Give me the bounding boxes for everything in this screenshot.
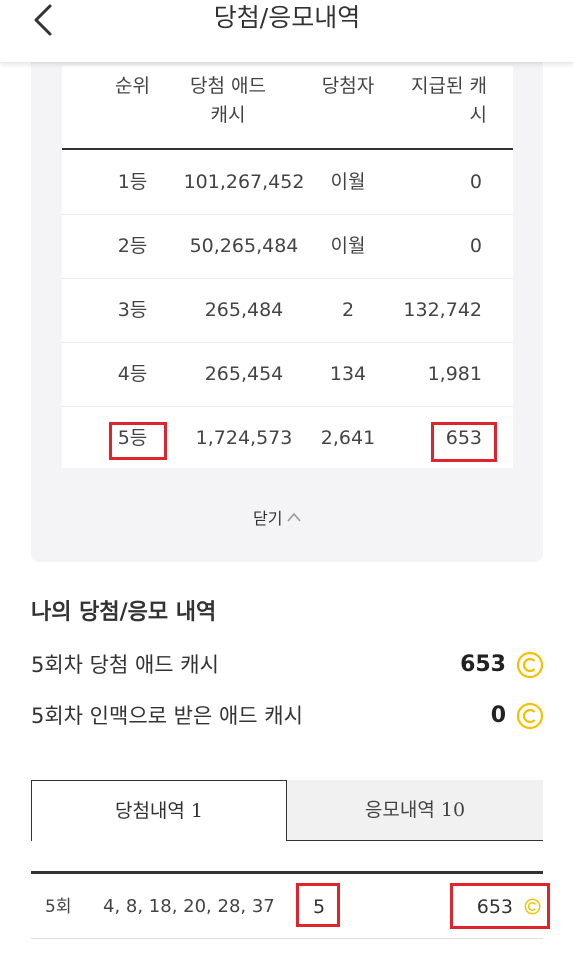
highlight-box bbox=[109, 422, 167, 460]
prize-cash-cell: 1,724,573 bbox=[195, 427, 293, 449]
close-label: 닫기 bbox=[253, 509, 283, 528]
paid-cash-cell: 1,981 bbox=[427, 363, 482, 385]
prize-table-header: 순위 당첨 애드 캐시 당첨자 지급된 캐 시 bbox=[62, 66, 513, 150]
prize-cash-cell: 265,484 bbox=[204, 299, 284, 321]
summary-value: 653 bbox=[460, 652, 506, 677]
prize-table: 순위 당첨 애드 캐시 당첨자 지급된 캐 시 1등 101,267,452 이… bbox=[62, 66, 513, 468]
history-tabs: 당첨내역 1 응모내역 10 bbox=[31, 780, 543, 841]
prize-cash-cell: 50,265,484 bbox=[189, 235, 299, 257]
winners-cell: 134 bbox=[329, 363, 367, 385]
paid-cash-cell: 0 bbox=[469, 235, 482, 257]
table-row: 2등 50,265,484 이월 0 bbox=[62, 214, 513, 279]
tab-entry-history[interactable]: 응모내역 10 bbox=[287, 780, 543, 841]
column-header-paid-cash: 지급된 캐 시 bbox=[411, 75, 487, 126]
summary-row-win-cash: 5회차 당첨 애드 캐시 653 bbox=[31, 645, 546, 685]
rank-cell: 1등 bbox=[117, 171, 148, 193]
rank-cell: 4등 bbox=[117, 363, 148, 385]
rank-cell: 3등 bbox=[117, 299, 148, 321]
close-table-button[interactable]: 닫기 bbox=[253, 505, 302, 529]
prize-cash-cell: 265,454 bbox=[204, 363, 284, 385]
column-header-prize-cash: 당첨 애드 캐시 bbox=[190, 75, 266, 126]
summary-label: 5회차 인맥으로 받은 애드 캐시 bbox=[31, 704, 303, 728]
highlight-box bbox=[431, 422, 497, 462]
winners-cell: 이월 bbox=[330, 235, 366, 257]
paid-cash-cell: 132,742 bbox=[403, 299, 482, 321]
highlight-box bbox=[296, 883, 340, 927]
column-header-rank: 순위 bbox=[115, 75, 150, 97]
my-history-title: 나의 당첨/응모 내역 bbox=[31, 600, 217, 625]
column-header-winners: 당첨자 bbox=[321, 75, 375, 97]
table-row: 3등 265,484 2 132,742 bbox=[62, 278, 513, 343]
rank-cell: 2등 bbox=[117, 235, 148, 257]
winners-cell: 이월 bbox=[330, 171, 366, 193]
chevron-up-icon bbox=[287, 512, 302, 522]
app-header: 당첨/응모내역 bbox=[0, 0, 574, 62]
selected-numbers: 4, 8, 18, 20, 28, 37 bbox=[103, 896, 275, 917]
coin-icon bbox=[516, 702, 544, 730]
coin-icon bbox=[516, 651, 544, 679]
paid-cash-cell: 0 bbox=[469, 171, 482, 193]
table-row: 1등 101,267,452 이월 0 bbox=[62, 150, 513, 215]
highlight-box bbox=[450, 883, 550, 929]
winners-cell: 2,641 bbox=[320, 427, 376, 449]
winners-cell: 2 bbox=[341, 299, 355, 321]
tab-win-history[interactable]: 당첨내역 1 bbox=[31, 780, 287, 841]
page-title: 당첨/응모내역 bbox=[213, 3, 361, 32]
summary-row-network-cash: 5회차 인맥으로 받은 애드 캐시 0 bbox=[31, 696, 546, 736]
table-row: 4등 265,454 134 1,981 bbox=[62, 342, 513, 407]
summary-value: 0 bbox=[490, 703, 506, 728]
summary-label: 5회차 당첨 애드 캐시 bbox=[31, 653, 219, 677]
round-label: 5회 bbox=[45, 897, 72, 917]
prize-cash-cell: 101,267,452 bbox=[183, 171, 305, 193]
